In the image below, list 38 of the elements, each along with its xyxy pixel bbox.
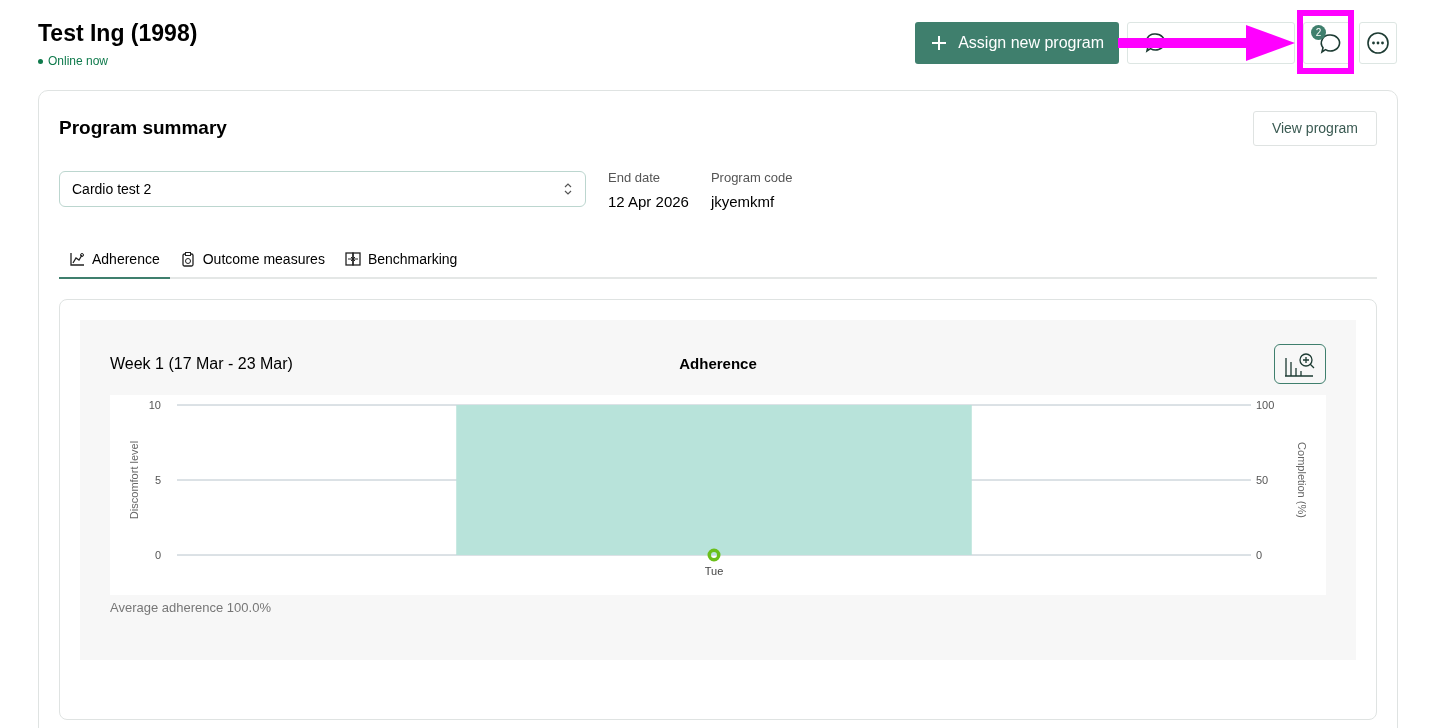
zoom-chart-button[interactable] xyxy=(1274,344,1326,384)
field-value: 12 Apr 2026 xyxy=(608,191,689,212)
axis-title: Completion (%) xyxy=(1296,442,1308,518)
plus-icon xyxy=(930,34,949,52)
axis-tick: 50 xyxy=(1256,474,1269,486)
clipboard-icon xyxy=(179,251,196,267)
tab[interactable]: Outcome measures xyxy=(169,241,335,279)
axis-tick: 10 xyxy=(148,399,161,411)
week-range: Week 1 (17 Mar - 23 Mar) xyxy=(110,354,294,374)
axis-tick: 5 xyxy=(154,474,161,486)
messages-button[interactable]: 2 xyxy=(1303,22,1351,64)
axis-label: Tue xyxy=(704,565,724,577)
more-button[interactable] xyxy=(1359,22,1397,64)
view-program-button[interactable]: View program xyxy=(1252,111,1377,146)
axis-tick: 100 xyxy=(1256,399,1275,411)
axis-tick: 0 xyxy=(154,549,161,561)
chart-zoom-icon xyxy=(1283,350,1317,378)
tab[interactable]: Adherence xyxy=(59,241,170,279)
tab[interactable]: Benchmarking xyxy=(334,241,468,279)
program-select[interactable]: Cardio test 2 xyxy=(59,171,586,207)
status-text: Online now xyxy=(48,53,109,70)
more-icon xyxy=(1366,31,1390,55)
field-value: jkyemkmf xyxy=(710,191,776,212)
field-label: Program code xyxy=(710,169,793,187)
sort-icon xyxy=(563,182,573,196)
start-video-button[interactable] xyxy=(1127,22,1295,64)
compare-icon xyxy=(344,251,361,267)
message-count-badge: 2 xyxy=(1311,25,1326,40)
card-title: Program summary xyxy=(59,116,227,141)
assign-program-button[interactable]: Assign new program xyxy=(915,22,1119,64)
axis-title: Discomfort level xyxy=(128,440,140,520)
patient-name: Test Ing (1998) xyxy=(38,19,198,48)
average-adherence: Average adherence 100.0% xyxy=(110,599,272,617)
field-label: End date xyxy=(608,169,662,187)
chart-icon xyxy=(69,251,85,267)
axis-tick: 0 xyxy=(1256,549,1263,561)
highlight-frame xyxy=(1297,10,1354,74)
chart-title: Adherence xyxy=(679,353,757,374)
